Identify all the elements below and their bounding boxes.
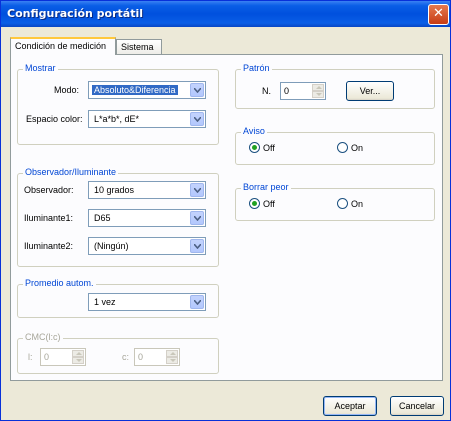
dialog-client: Condición de medición Sistema Mostrar Mo… xyxy=(4,27,448,419)
cmc-l-label: l: xyxy=(28,352,33,362)
iluminante2-label: Iluminante2: xyxy=(24,241,74,251)
promedio-autom-group: Promedio autom. 1 vez xyxy=(17,278,219,318)
tab-label: Condición de medición xyxy=(15,41,107,51)
iluminante1-label: Iluminante1: xyxy=(24,213,74,223)
dropdown-value: 10 grados xyxy=(94,185,135,195)
borrar-peor-off-label: Off xyxy=(263,199,275,209)
aviso-off-radio[interactable] xyxy=(249,142,260,153)
spin-up-icon[interactable] xyxy=(166,350,178,357)
spinner-value: 0 xyxy=(44,352,50,362)
patron-group: Patrón N. 0 Ver... xyxy=(235,63,435,109)
dropdown-value: (Ningún) xyxy=(94,241,129,251)
cmc-c-label: c: xyxy=(122,352,130,362)
cmc-group: CMC(l:c) l: 0 c: 0 xyxy=(17,332,219,374)
spinner-value: 0 xyxy=(284,86,290,96)
aviso-on-radio[interactable] xyxy=(337,142,348,153)
aviso-off-label: Off xyxy=(263,143,275,153)
modo-label: Modo: xyxy=(54,85,80,95)
borrar-peor-off-radio[interactable] xyxy=(249,198,260,209)
espacio-color-label: Espacio color: xyxy=(26,114,83,124)
espacio-color-dropdown[interactable]: L*a*b*, dE* xyxy=(88,110,206,128)
group-title: CMC(l:c) xyxy=(23,332,63,342)
group-title: Mostrar xyxy=(23,63,58,73)
title-bar[interactable]: Configuración portátil ✕ xyxy=(1,1,450,27)
cmc-c-spinner[interactable]: 0 xyxy=(134,348,180,366)
group-title: Patrón xyxy=(241,63,272,73)
group-title: Borrar peor xyxy=(241,182,291,192)
dialog-window: Configuración portátil ✕ Condición de me… xyxy=(0,0,451,421)
tab-panel: Mostrar Modo: Absoluto&Diferencia Espaci… xyxy=(10,54,443,381)
borrar-peor-on-radio[interactable] xyxy=(337,198,348,209)
spinner-value: 0 xyxy=(138,352,144,362)
aceptar-button[interactable]: Aceptar xyxy=(323,396,377,416)
group-title: Observador/Iluminante xyxy=(23,167,119,177)
ver-button[interactable]: Ver... xyxy=(346,81,394,101)
patron-n-spinner[interactable]: 0 xyxy=(280,82,326,100)
mostrar-group: Mostrar Modo: Absoluto&Diferencia Espaci… xyxy=(17,63,219,145)
close-icon: ✕ xyxy=(433,6,444,21)
chevron-down-icon[interactable] xyxy=(190,239,204,253)
dropdown-value: Absoluto&Diferencia xyxy=(92,85,178,95)
iluminante1-dropdown[interactable]: D65 xyxy=(88,209,206,227)
chevron-down-icon[interactable] xyxy=(190,183,204,197)
chevron-down-icon[interactable] xyxy=(190,295,204,309)
close-button[interactable]: ✕ xyxy=(428,4,449,25)
observador-label: Observador: xyxy=(24,185,74,195)
spin-down-icon[interactable] xyxy=(72,357,84,364)
spin-down-icon[interactable] xyxy=(312,91,324,98)
chevron-down-icon[interactable] xyxy=(190,112,204,126)
cancelar-button[interactable]: Cancelar xyxy=(390,396,444,416)
observador-iluminante-group: Observador/Iluminante Observador: 10 gra… xyxy=(17,167,219,267)
observador-dropdown[interactable]: 10 grados xyxy=(88,181,206,199)
promedio-dropdown[interactable]: 1 vez xyxy=(88,293,206,311)
tab-label: Sistema xyxy=(121,42,154,52)
aviso-on-label: On xyxy=(351,143,364,153)
tab-sistema[interactable]: Sistema xyxy=(116,39,162,55)
borrar-peor-group: Borrar peor Off On xyxy=(235,182,435,221)
dropdown-value: D65 xyxy=(94,213,111,223)
chevron-down-icon[interactable] xyxy=(190,211,204,225)
patron-n-label: N. xyxy=(262,86,271,96)
chevron-down-icon[interactable] xyxy=(190,83,204,97)
iluminante2-dropdown[interactable]: (Ningún) xyxy=(88,237,206,255)
dropdown-value: L*a*b*, dE* xyxy=(94,114,140,124)
cmc-l-spinner[interactable]: 0 xyxy=(40,348,86,366)
tab-condicion-medicion[interactable]: Condición de medición xyxy=(10,37,116,55)
spin-down-icon[interactable] xyxy=(166,357,178,364)
dropdown-value: 1 vez xyxy=(94,297,116,307)
window-title: Configuración portátil xyxy=(7,7,144,20)
group-title: Aviso xyxy=(241,126,267,136)
aviso-group: Aviso Off On xyxy=(235,126,435,165)
group-title: Promedio autom. xyxy=(23,278,96,288)
borrar-peor-on-label: On xyxy=(351,199,364,209)
spin-up-icon[interactable] xyxy=(72,350,84,357)
spin-up-icon[interactable] xyxy=(312,84,324,91)
modo-dropdown[interactable]: Absoluto&Diferencia xyxy=(88,81,206,99)
